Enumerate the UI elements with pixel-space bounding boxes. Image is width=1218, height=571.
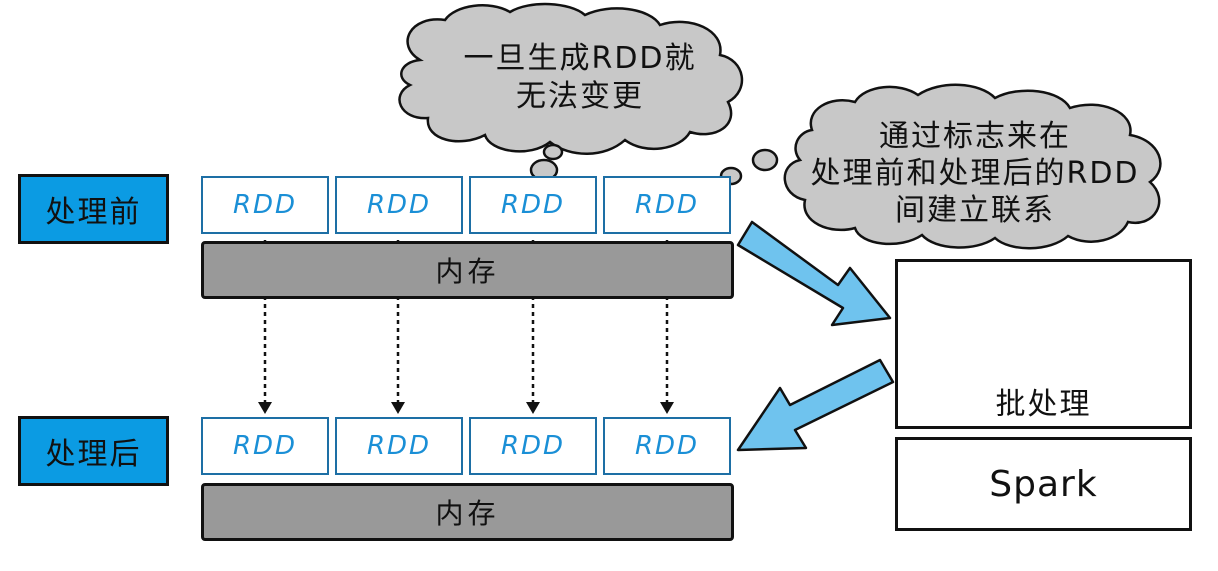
rdd-before-2: RDD: [335, 176, 463, 234]
cloud-left-line1: 一旦生成RDD就: [463, 41, 697, 76]
cloud-left-text: 一旦生成RDD就 无法变更: [445, 40, 715, 116]
memory-before: 内存: [201, 241, 734, 299]
connector-arrowheads: [258, 402, 674, 414]
cloud-right-text: 通过标志来在 处理前和处理后的RDD 间建立联系: [790, 118, 1160, 229]
spark-box: Spark: [895, 437, 1192, 531]
rdd-after-1: RDD: [201, 417, 329, 475]
cloud-left-line2: 无法变更: [516, 79, 644, 114]
label-before-text: 处理前: [45, 195, 142, 230]
rdd-after-3: RDD: [469, 417, 597, 475]
cloud-right-line2: 处理前和处理后的RDD: [810, 156, 1140, 191]
cloud-right-line3: 间建立联系: [895, 193, 1055, 228]
rdd-before-3: RDD: [469, 176, 597, 234]
batch-processing-label: 批处理: [995, 387, 1092, 422]
memory-after: 内存: [201, 483, 734, 541]
memory-after-label: 内存: [435, 497, 500, 530]
memory-before-label: 内存: [435, 255, 500, 288]
spark-label: Spark: [989, 464, 1098, 505]
rdd-after-4: RDD: [603, 417, 731, 475]
label-after: 处理后: [18, 416, 169, 486]
rdd-before-4: RDD: [603, 176, 731, 234]
cloud-right-line1: 通过标志来在: [879, 119, 1071, 154]
label-after-text: 处理后: [45, 437, 142, 472]
label-before: 处理前: [18, 174, 169, 244]
batch-processing-box: 批处理: [895, 259, 1192, 429]
rdd-before-1: RDD: [201, 176, 329, 234]
rdd-after-2: RDD: [335, 417, 463, 475]
arrow-from-batch: [736, 358, 895, 452]
